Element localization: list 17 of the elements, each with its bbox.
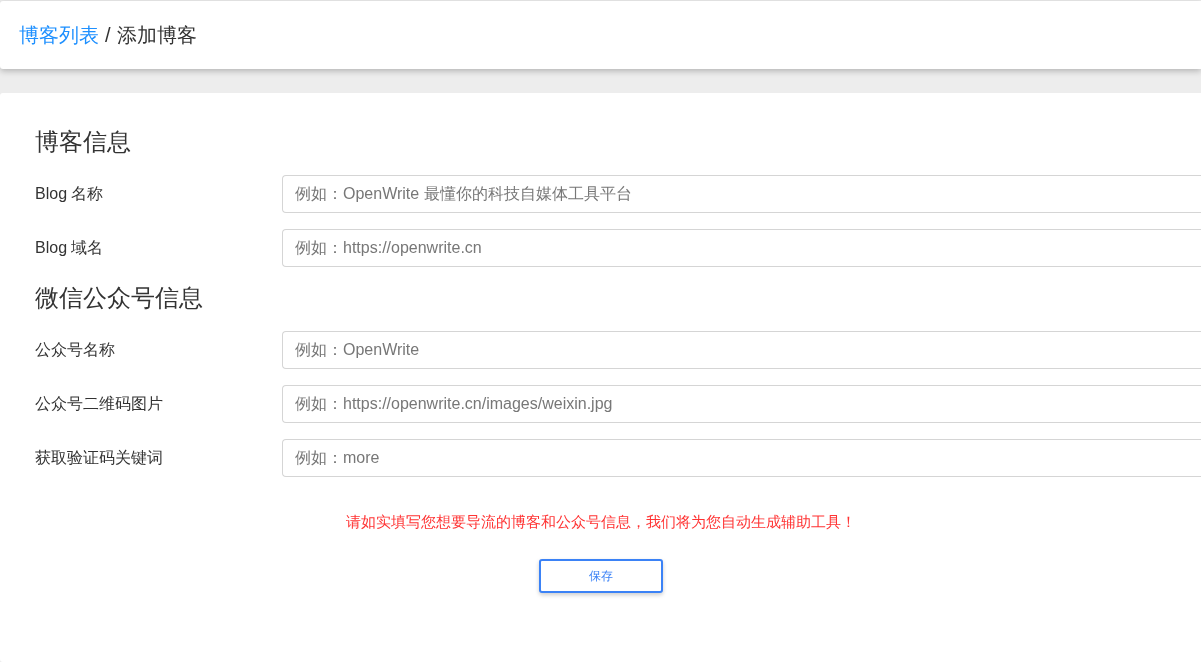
section-title: 微信公众号信息 bbox=[35, 283, 204, 313]
input-field[interactable]: 例如：https://openwrite.cn bbox=[282, 229, 1201, 267]
input-field[interactable]: 例如：more bbox=[282, 439, 1201, 477]
field-label: Blog 名称 bbox=[35, 184, 105, 204]
field-label: 获取验证码关键词 bbox=[35, 448, 164, 468]
field-label: 公众号名称 bbox=[35, 340, 116, 360]
field-label: 公众号二维码图片 bbox=[35, 394, 164, 414]
notice-text: 请如实填写您想要导流的博客和公众号信息，我们将为您自动生成辅助工具！ bbox=[345, 512, 856, 532]
breadcrumb-separator: / bbox=[105, 23, 111, 48]
section-title: 博客信息 bbox=[35, 127, 132, 157]
input-field[interactable]: 例如：OpenWrite 最懂你的科技自媒体工具平台 bbox=[282, 175, 1201, 213]
input-field[interactable]: 例如：https://openwrite.cn/images/weixin.jpg bbox=[282, 385, 1201, 423]
field-label: Blog 域名 bbox=[35, 238, 105, 258]
breadcrumb-current: 添加博客 bbox=[116, 23, 197, 48]
save-button[interactable]: 保存 bbox=[538, 558, 663, 593]
breadcrumb-link[interactable]: 博客列表 bbox=[19, 20, 99, 50]
input-field[interactable]: 例如：OpenWrite bbox=[282, 331, 1201, 369]
